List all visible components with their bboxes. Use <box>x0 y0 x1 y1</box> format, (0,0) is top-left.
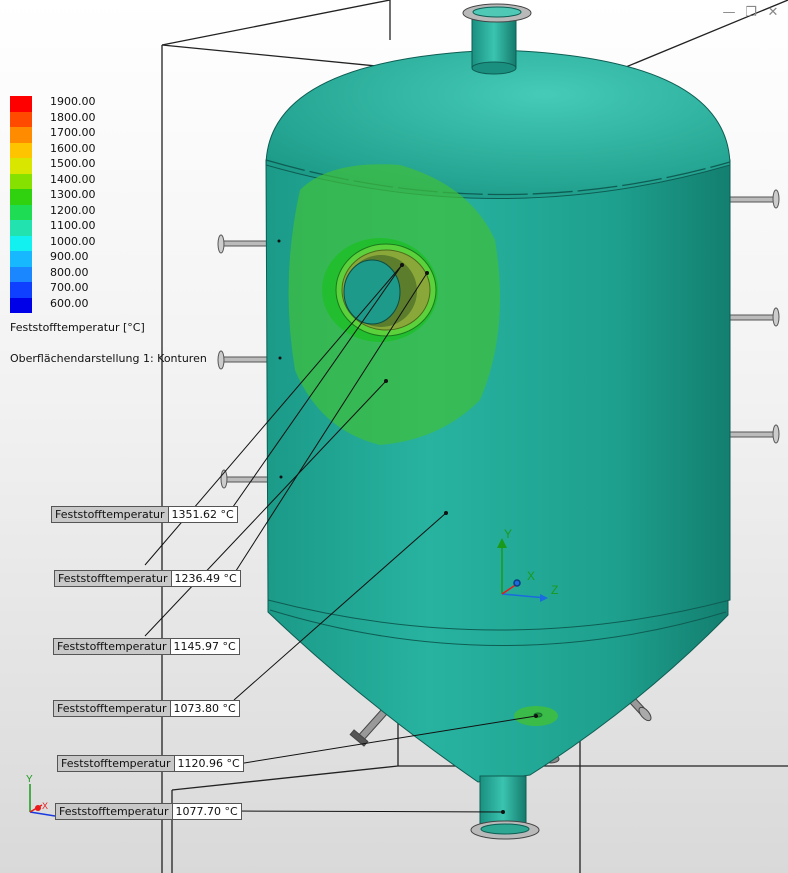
display-mode-label: Oberflächendarstellung 1: Konturen <box>10 352 207 365</box>
scene-triad-z: Z <box>551 583 558 597</box>
legend-label: 700.00 <box>50 281 89 294</box>
legend-swatch <box>10 127 32 143</box>
legend-swatch <box>10 282 32 298</box>
restore-icon[interactable]: ❐ <box>744 6 758 20</box>
probe-name: Feststofftemperatur <box>55 803 173 820</box>
probe-callout[interactable]: Feststofftemperatur 1351.62 °C <box>51 506 238 523</box>
probe-name: Feststofftemperatur <box>53 638 171 655</box>
probe-callout[interactable]: Feststofftemperatur 1236.49 °C <box>54 570 241 587</box>
probe-name: Feststofftemperatur <box>53 700 171 717</box>
legend-swatch <box>10 111 32 127</box>
corner-triad-x: X <box>42 801 48 811</box>
legend-label: 1100.00 <box>50 219 96 232</box>
legend-swatch <box>10 189 32 205</box>
legend-label: 1300.00 <box>50 188 96 201</box>
scene-triad-x: X <box>527 569 535 583</box>
window-controls: — ❐ ✕ <box>722 6 780 20</box>
legend-swatch <box>10 251 32 267</box>
legend-label: 1500.00 <box>50 157 96 170</box>
legend-label: 1000.00 <box>50 234 96 248</box>
legend-swatch <box>10 173 32 189</box>
legend-label: 1600.00 <box>50 141 96 155</box>
corner-triad-y: Y <box>26 774 33 785</box>
legend-swatch <box>10 220 32 236</box>
probe-callout[interactable]: Feststofftemperatur 1120.96 °C <box>57 755 244 772</box>
probe-name: Feststofftemperatur <box>51 506 169 523</box>
vessel-scene[interactable]: Y X Z Y X <box>0 0 788 873</box>
probe-value: 1077.70 °C <box>172 803 242 820</box>
legend-swatch <box>10 204 32 220</box>
minimize-icon[interactable]: — <box>722 6 736 20</box>
probe-name: Feststofftemperatur <box>57 755 175 772</box>
probe-value: 1145.97 °C <box>170 638 240 655</box>
legend-label: 800.00 <box>50 265 89 279</box>
legend-swatch <box>10 142 32 158</box>
legend-label: 1200.00 <box>50 203 96 217</box>
probe-callout[interactable]: Feststofftemperatur 1077.70 °C <box>55 803 242 820</box>
legend-label: 1800.00 <box>50 110 96 124</box>
legend-swatch <box>10 266 32 282</box>
probe-name: Feststofftemperatur <box>54 570 172 587</box>
legend-swatch <box>10 235 32 251</box>
probe-value: 1120.96 °C <box>174 755 244 772</box>
close-icon[interactable]: ✕ <box>766 6 780 20</box>
corner-triad[interactable] <box>29 784 56 817</box>
probe-value: 1351.62 °C <box>168 506 238 523</box>
legend-label: 1700.00 <box>50 126 96 139</box>
legend-label: 1900.00 <box>50 95 96 108</box>
legend-title: Feststofftemperatur [°C] <box>10 321 145 334</box>
bottom-nozzle <box>470 775 540 840</box>
graphics-viewport[interactable]: Y X Z Y X 1900.00 1800.00 1700.00 1600.00 15… <box>0 0 788 873</box>
probe-callout[interactable]: Feststofftemperatur 1145.97 °C <box>53 638 240 655</box>
scene-triad-y: Y <box>504 527 512 541</box>
legend-swatch <box>10 297 32 313</box>
legend-swatch <box>10 96 32 112</box>
legend-label: 900.00 <box>50 250 89 263</box>
legend-label: 1400.00 <box>50 172 96 186</box>
legend-label: 600.00 <box>50 296 89 310</box>
probe-callout[interactable]: Feststofftemperatur 1073.80 °C <box>53 700 240 717</box>
probe-value: 1236.49 °C <box>171 570 241 587</box>
legend-swatch <box>10 158 32 174</box>
probe-value: 1073.80 °C <box>170 700 240 717</box>
side-nozzles-right <box>727 189 780 444</box>
